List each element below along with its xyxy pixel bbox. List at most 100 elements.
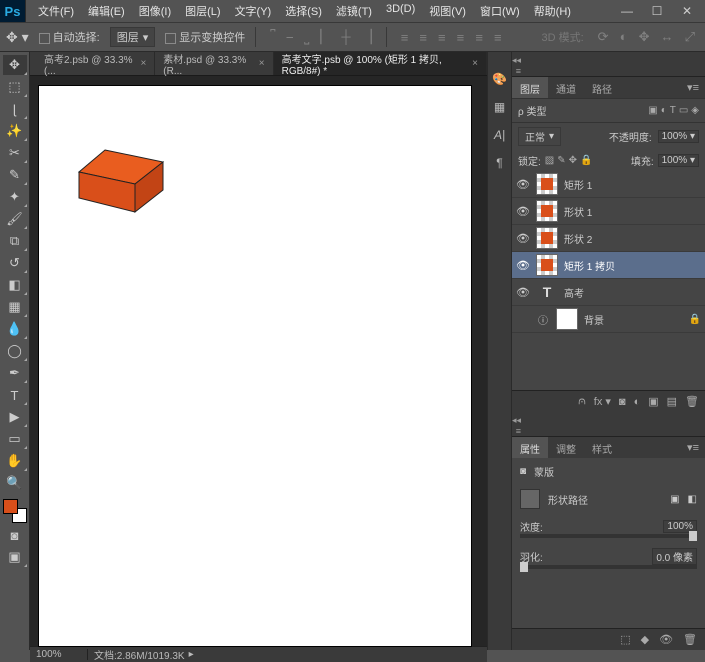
screenmode-tool[interactable]: ▣ [3,547,27,567]
collapse-panels-icon[interactable]: ◂◂ ≡ [512,412,524,436]
info-icon[interactable]: ⓘ [536,312,550,327]
group-icon[interactable]: ▣ [648,395,658,408]
3d-pan-icon[interactable]: ✥ [635,29,654,44]
align-left-icon[interactable]: ▏ [316,29,334,44]
layer-style-icon[interactable]: fx ▾ [594,395,611,408]
density-slider[interactable] [520,534,697,538]
layer-filter-icons[interactable]: ▣◐T▭◈ [648,105,699,116]
blend-mode-select[interactable]: 正常 ▾ [518,127,561,146]
delete-layer-icon[interactable]: 🗑 [685,395,699,408]
adjustment-layer-icon[interactable]: ◐ [634,396,641,408]
3d-roll-icon[interactable]: ◐ [616,29,632,44]
history-brush-tool[interactable]: ↺ [3,253,27,273]
feather-slider[interactable] [520,565,697,569]
panel-menu-icon[interactable]: ▾≡ [681,437,705,458]
auto-select-scope[interactable]: 图层▾ [110,27,156,47]
visibility-icon[interactable]: 👁 [516,259,530,272]
status-zoom[interactable]: 100% [30,649,88,660]
distribute-1-icon[interactable]: ≡ [397,30,413,45]
visibility-icon[interactable]: 👁 [516,286,530,299]
layer-row[interactable]: 👁 T 高考 [512,279,705,306]
new-layer-icon[interactable]: ▤ [667,395,677,408]
menu-window[interactable]: 窗口(W) [474,0,526,22]
stamp-tool[interactable]: ⧉ [3,231,27,251]
collapse-panels-icon[interactable]: ◂◂ ≡ [512,52,524,76]
mask-from-selection-icon[interactable]: ⬚ [620,633,630,646]
delete-mask-icon[interactable]: 🗑 [683,633,697,646]
pen-tool[interactable]: ✒ [3,363,27,383]
zoom-tool[interactable]: 🔍 [3,473,27,493]
align-hcenter-icon[interactable]: ┼ [337,29,354,44]
distribute-4-icon[interactable]: ≡ [453,30,469,45]
distribute-5-icon[interactable]: ≡ [471,30,487,45]
marquee-tool[interactable]: ⬚ [3,77,27,97]
path-select-tool[interactable]: ▶ [3,407,27,427]
feather-value[interactable]: 0.0 像素 [652,548,697,565]
crop-tool[interactable]: ✂ [3,143,27,163]
layer-row[interactable]: 👁 ⓘ 背景 🔒 [512,306,705,333]
properties-tab[interactable]: 属性 [512,437,548,458]
menu-select[interactable]: 选择(S) [279,0,328,22]
auto-select-checkbox[interactable] [39,33,50,44]
align-right-icon[interactable]: ▕ [358,29,376,44]
foreground-color[interactable] [3,499,18,514]
paragraph-panel-icon[interactable]: ¶ [491,154,509,172]
disable-mask-icon[interactable]: 👁 [659,633,673,646]
lasso-tool[interactable]: ɭ [3,99,27,119]
menu-file[interactable]: 文件(F) [32,0,80,22]
blur-tool[interactable]: 💧 [3,319,27,339]
visibility-icon[interactable]: 👁 [516,205,530,218]
minimize-button[interactable]: — [621,4,633,18]
layer-row[interactable]: 👁 形状 2 [512,225,705,252]
menu-edit[interactable]: 编辑(E) [82,0,131,22]
layers-tab[interactable]: 图层 [512,77,548,98]
shape-path-invert-icon[interactable]: ◧ [688,494,697,505]
color-swatches[interactable] [3,499,27,523]
menu-3d[interactable]: 3D(D) [380,0,421,22]
close-tab-icon[interactable]: × [259,58,265,69]
close-tab-icon[interactable]: × [472,58,478,69]
distribute-2-icon[interactable]: ≡ [415,30,431,45]
visibility-icon[interactable]: 👁 [516,178,530,191]
document-tab-3[interactable]: 高考文字.psb @ 100% (矩形 1 拷贝, RGB/8#) *× [274,52,487,75]
close-button[interactable]: ✕ [681,4,693,18]
menu-type[interactable]: 文字(Y) [229,0,278,22]
color-panel-icon[interactable]: 🎨 [491,70,509,88]
apply-mask-icon[interactable]: ◆ [641,633,649,646]
gradient-tool[interactable]: ▦ [3,297,27,317]
layer-row[interactable]: 👁 矩形 1 [512,171,705,198]
styles-tab[interactable]: 样式 [584,437,620,458]
dodge-tool[interactable]: ◯ [3,341,27,361]
brush-tool[interactable]: 🖌 [3,209,27,229]
lock-icons[interactable]: ▨✎✥🔒 [545,155,593,166]
distribute-6-icon[interactable]: ≡ [490,30,506,45]
fill-input[interactable]: 100% ▾ [658,154,699,167]
hand-tool[interactable]: ✋ [3,451,27,471]
healing-tool[interactable]: ✦ [3,187,27,207]
menu-help[interactable]: 帮助(H) [528,0,577,22]
quickmask-tool[interactable]: ◙ [3,525,27,545]
layer-row[interactable]: 👁 矩形 1 拷贝 [512,252,705,279]
channels-tab[interactable]: 通道 [548,77,584,98]
maximize-button[interactable]: ☐ [651,4,663,18]
swatches-panel-icon[interactable]: ▦ [491,98,509,116]
layer-row[interactable]: 👁 形状 1 [512,198,705,225]
opacity-input[interactable]: 100% ▾ [658,130,699,143]
eyedropper-tool[interactable]: ✎ [3,165,27,185]
close-tab-icon[interactable]: × [140,58,146,69]
align-bottom-icon[interactable]: ⎵ [300,29,313,44]
paths-tab[interactable]: 路径 [584,77,620,98]
3d-slide-icon[interactable]: ↔ [657,29,678,44]
menu-image[interactable]: 图像(I) [133,0,177,22]
move-tool[interactable]: ✥ [3,55,27,75]
menu-layer[interactable]: 图层(L) [179,0,226,22]
document-tab-2[interactable]: 素材.psd @ 33.3%(R...× [155,52,273,75]
type-tool[interactable]: T [3,385,27,405]
eraser-tool[interactable]: ◧ [3,275,27,295]
align-top-icon[interactable]: ⎴ [266,29,279,44]
align-vcenter-icon[interactable]: ⎯ [283,29,298,44]
document-tab-1[interactable]: 高考2.psb @ 33.3% (...× [36,52,155,75]
adjustments-tab[interactable]: 调整 [548,437,584,458]
canvas[interactable] [39,86,471,646]
shape-path-select-icon[interactable]: ▣ [670,494,679,505]
